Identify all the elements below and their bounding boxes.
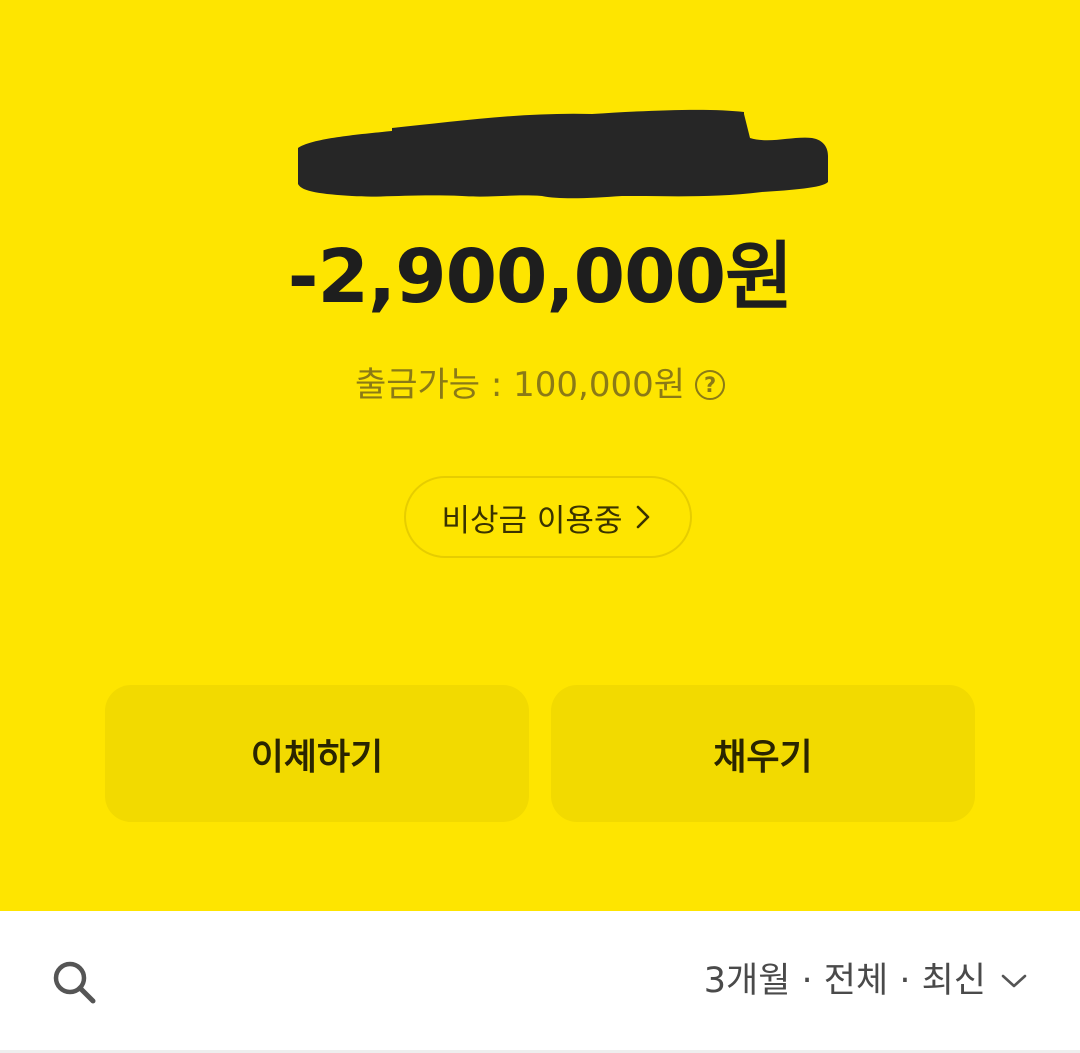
- redaction-scribble: [298, 109, 828, 199]
- filter-dropdown[interactable]: 3개월 · 전체 · 최신: [704, 957, 1028, 1005]
- chevron-down-icon: [1001, 974, 1027, 988]
- transaction-filter-bar: 3개월 · 전체 · 최신: [0, 911, 1080, 1053]
- transfer-button[interactable]: 이체하기: [105, 685, 529, 822]
- withdrawable-amount: 출금가능 : 100,000원: [354, 365, 686, 405]
- filter-summary: 3개월 · 전체 · 최신: [703, 961, 986, 1001]
- emergency-fund-button[interactable]: 비상금 이용중: [404, 476, 692, 558]
- search-icon[interactable]: [50, 958, 98, 1006]
- question-circle-icon[interactable]: ?: [695, 370, 726, 400]
- bank-account-screen: -2,900,000원 출금가능 : 100,000원 ? 비상금 이용중 이체…: [0, 0, 1080, 1053]
- transfer-label: 이체하기: [250, 736, 384, 778]
- withdrawable-amount-row: 출금가능 : 100,000원 ?: [0, 362, 1080, 408]
- fill-label: 채우기: [713, 736, 813, 778]
- fill-button[interactable]: 채우기: [551, 685, 975, 822]
- account-summary-panel: -2,900,000원 출금가능 : 100,000원 ? 비상금 이용중 이체…: [0, 0, 1080, 911]
- emergency-fund-label: 비상금 이용중: [441, 502, 623, 539]
- account-balance: -2,900,000원: [287, 234, 793, 320]
- chevron-right-icon: [637, 505, 650, 529]
